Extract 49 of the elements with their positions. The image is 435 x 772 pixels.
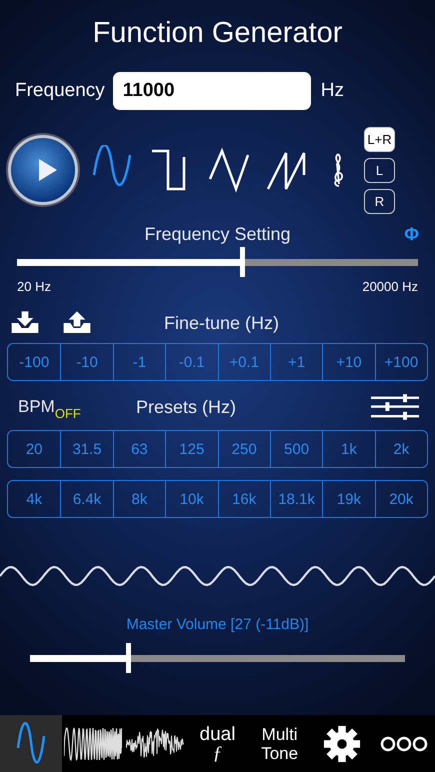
preset-button[interactable]: 4k <box>8 481 60 517</box>
preset-button[interactable]: 2k <box>374 431 427 467</box>
preset-button[interactable]: 16k <box>218 481 270 517</box>
step-button[interactable]: +0.1 <box>218 344 270 380</box>
settings-icon <box>322 724 361 762</box>
app-title: Function Generator <box>92 16 344 51</box>
download-tray-icon[interactable] <box>10 311 40 335</box>
channel-button[interactable]: R <box>364 188 395 214</box>
step-button[interactable]: +1 <box>270 344 322 380</box>
unit-label: Hz <box>320 80 344 102</box>
bpm-toggle[interactable]: BPM$_{OFF}$ <box>18 397 136 417</box>
step-button[interactable]: +100 <box>374 344 427 380</box>
play-button[interactable] <box>8 135 78 205</box>
volume-slider[interactable] <box>30 643 405 673</box>
triangle-wave-icon[interactable] <box>208 145 250 195</box>
channel-button[interactable]: L+R <box>364 126 395 152</box>
sine-wave-icon <box>16 722 46 766</box>
preset-button[interactable]: 19k <box>322 481 375 517</box>
preset-button[interactable]: 31.5 <box>60 431 113 467</box>
max-frequency-label: 20000 Hz <box>362 279 418 294</box>
min-frequency-label: 20 Hz <box>17 279 51 294</box>
more-icon <box>380 736 428 752</box>
preset-button[interactable]: 18.1k <box>270 481 322 517</box>
equalizer-sliders-icon[interactable] <box>371 392 419 422</box>
upload-tray-icon[interactable] <box>62 311 92 335</box>
preset-button[interactable]: 125 <box>165 431 218 467</box>
preset-button[interactable]: 20 <box>8 431 60 467</box>
preset-button[interactable]: 500 <box>270 431 322 467</box>
fine-tune-label: Fine-tune (Hz) <box>164 312 280 334</box>
preset-button[interactable]: 250 <box>218 431 270 467</box>
frequency-slider[interactable] <box>17 247 418 277</box>
step-button[interactable]: -0.1 <box>165 344 218 380</box>
phase-button[interactable]: Φ <box>404 224 419 245</box>
preset-button[interactable]: 63 <box>112 431 166 467</box>
step-button[interactable]: -100 <box>8 344 60 380</box>
frequency-label: Frequency <box>15 80 105 102</box>
preset-button[interactable]: 10k <box>165 481 218 517</box>
frequency-setting-label: Frequency Setting <box>144 224 291 244</box>
preset-button[interactable]: 20k <box>374 481 427 517</box>
step-button[interactable]: -1 <box>112 344 166 380</box>
preset-button[interactable]: 1k <box>322 431 375 467</box>
preset-button[interactable]: 8k <box>112 481 166 517</box>
frequency-input[interactable]: 11000 <box>112 72 311 110</box>
preset-button[interactable]: 6.4k <box>60 481 113 517</box>
master-volume-label: Master Volume [27 (-11dB)] <box>125 616 310 633</box>
step-button[interactable]: +10 <box>322 344 375 380</box>
channel-button[interactable]: L <box>364 158 395 182</box>
step-button[interactable]: -10 <box>60 344 113 380</box>
presets-label: Presets (Hz) <box>136 396 236 418</box>
